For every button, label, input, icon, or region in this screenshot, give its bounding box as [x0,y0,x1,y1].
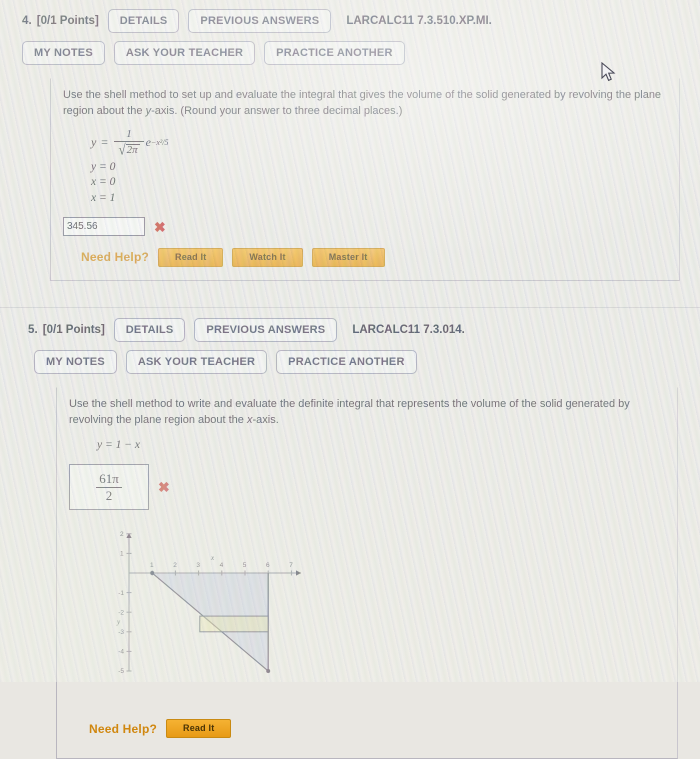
question-4-toolbar: MY NOTES ASK YOUR TEACHER PRACTICE ANOTH… [14,41,686,65]
details-button-5[interactable]: DETAILS [113,317,186,342]
fraction-numerator: 1 [126,127,132,140]
ask-your-teacher-button-4[interactable]: ASK YOUR TEACHER [113,41,256,65]
vertex-point-2 [266,669,271,674]
details-button-4[interactable]: DETAILS [107,9,180,33]
need-help-label-4: Need Help? [81,250,150,265]
square-root-icon: √ 2π [118,140,140,158]
svg-text:5: 5 [243,562,247,569]
read-it-button-5[interactable]: Read It [166,719,232,739]
wrong-x-icon-4: ✖ [154,218,166,235]
question-4-answer-row: ✖ [63,217,669,236]
equation-fraction: 1 √ 2π [114,127,144,157]
equation-exponent: −x²/5 [150,137,169,147]
practice-another-button-5[interactable]: PRACTICE ANOTHER [276,349,417,374]
question-4-prompt-line2-post: -axis. (Round your answer to three decim… [151,104,403,117]
previous-answers-button-5[interactable]: PREVIOUS ANSWERS [194,317,338,342]
question-5-points: [0/1 Points] [42,323,105,336]
region-graph-svg: 1 2 3 4 5 6 7 2 1 -1 -2 -3 -4 -5 x y [116,531,301,675]
read-it-button-4[interactable]: Read It [158,248,224,267]
master-it-button-4[interactable]: Master It [311,248,385,267]
previous-answers-button-4[interactable]: PREVIOUS ANSWERS [188,9,332,33]
x-axis-arrow-icon [296,570,301,576]
answer-fraction-5: 61π 2 [96,472,122,502]
vertex-point-1 [150,571,155,576]
question-5-toolbar: MY NOTES ASK YOUR TEACHER PRACTICE ANOTH… [14,349,686,374]
question-5-help-row: Need Help? Read It [69,719,667,739]
svg-text:1: 1 [150,562,154,569]
ask-your-teacher-button-5[interactable]: ASK YOUR TEACHER [125,349,268,374]
practice-another-button-4[interactable]: PRACTICE ANOTHER [264,41,405,65]
question-4-constraint-1: y = 0 [91,160,116,173]
assignment-content: 4. [0/1 Points] DETAILS PREVIOUS ANSWERS… [0,0,700,759]
equation-lhs: y [91,135,97,150]
y-axis-ticks: 2 1 -1 -2 -3 -4 -5 [118,531,132,675]
question-4-main-equation: y = 1 √ 2π e −x²/5 [91,127,669,157]
wrong-x-icon-5: ✖ [158,479,170,496]
question-4-equations: y = 1 √ 2π e −x²/5 y = 0 x = 0 x = 1 [91,127,669,205]
question-4-points: [0/1 Points] [36,15,99,27]
question-4-prompt: Use the shell method to set up and evalu… [63,88,669,120]
question-4-prompt-line2-pre: the [127,104,146,117]
svg-text:-2: -2 [118,610,124,617]
svg-text:-5: -5 [118,668,124,675]
my-notes-button-4[interactable]: MY NOTES [22,41,105,65]
question-5-prompt-line2-post: -axis. [252,413,279,426]
my-notes-button-5[interactable]: MY NOTES [34,349,117,374]
region-graph: 1 2 3 4 5 6 7 2 1 -1 -2 -3 -4 -5 x y [115,528,667,703]
question-5-answer-row: 61π 2 ✖ [69,464,667,511]
question-5-equations: y = 1 − x [97,438,667,452]
svg-text:2: 2 [120,531,124,538]
watch-it-button-4[interactable]: Watch It [232,248,303,267]
svg-text:-4: -4 [118,649,124,656]
y-axis-label: y [116,618,121,626]
question-5-prompt: Use the shell method to write and evalua… [69,397,667,429]
question-4-constraint-2: x = 0 [91,176,116,189]
question-5-prompt-line1: Use the shell method to write and evalua… [69,397,630,426]
question-4-header: 4. [0/1 Points] DETAILS PREVIOUS ANSWERS… [14,9,686,33]
question-5-equation: y = 1 − x [97,438,140,451]
answer-input-4[interactable] [63,217,145,236]
svg-text:4: 4 [220,562,224,569]
shell-rectangle [199,615,269,633]
question-4-constraint-3: x = 1 [91,191,116,204]
question-5-body: Use the shell method to write and evalua… [56,386,678,759]
question-5-header: 5. [0/1 Points] DETAILS PREVIOUS ANSWERS… [14,317,686,342]
question-5-prompt-line2-pre: region about the [164,413,247,426]
answer-denominator-5: 2 [105,487,113,503]
svg-text:6: 6 [266,562,270,569]
question-4-help-row: Need Help? Read It Watch It Master It [63,248,669,267]
svg-text:-1: -1 [118,590,124,597]
svg-text:2: 2 [173,562,177,569]
svg-text:7: 7 [289,562,293,569]
equation-equals: = [100,135,109,150]
question-5-number: 5. [28,323,38,336]
question-block-5: 5. [0/1 Points] DETAILS PREVIOUS ANSWERS… [0,308,700,759]
svg-text:-3: -3 [118,629,124,636]
question-block-4: 4. [0/1 Points] DETAILS PREVIOUS ANSWERS… [0,0,700,281]
need-help-label-5: Need Help? [89,721,158,736]
svg-text:3: 3 [196,562,200,569]
svg-text:1: 1 [120,551,124,558]
fraction-denominator: √ 2π [114,142,143,157]
answer-numerator-5: 61π [99,471,119,486]
question-4-code: LARCALC11 7.3.510.XP.MI. [346,15,492,27]
question-4-body: Use the shell method to set up and evalu… [50,78,680,281]
question-4-number: 4. [22,15,32,27]
answer-input-5[interactable]: 61π 2 [69,464,149,511]
radicand: 2π [125,143,140,156]
x-axis-label: x [210,554,215,562]
question-5-code: LARCALC11 7.3.014. [352,323,465,336]
